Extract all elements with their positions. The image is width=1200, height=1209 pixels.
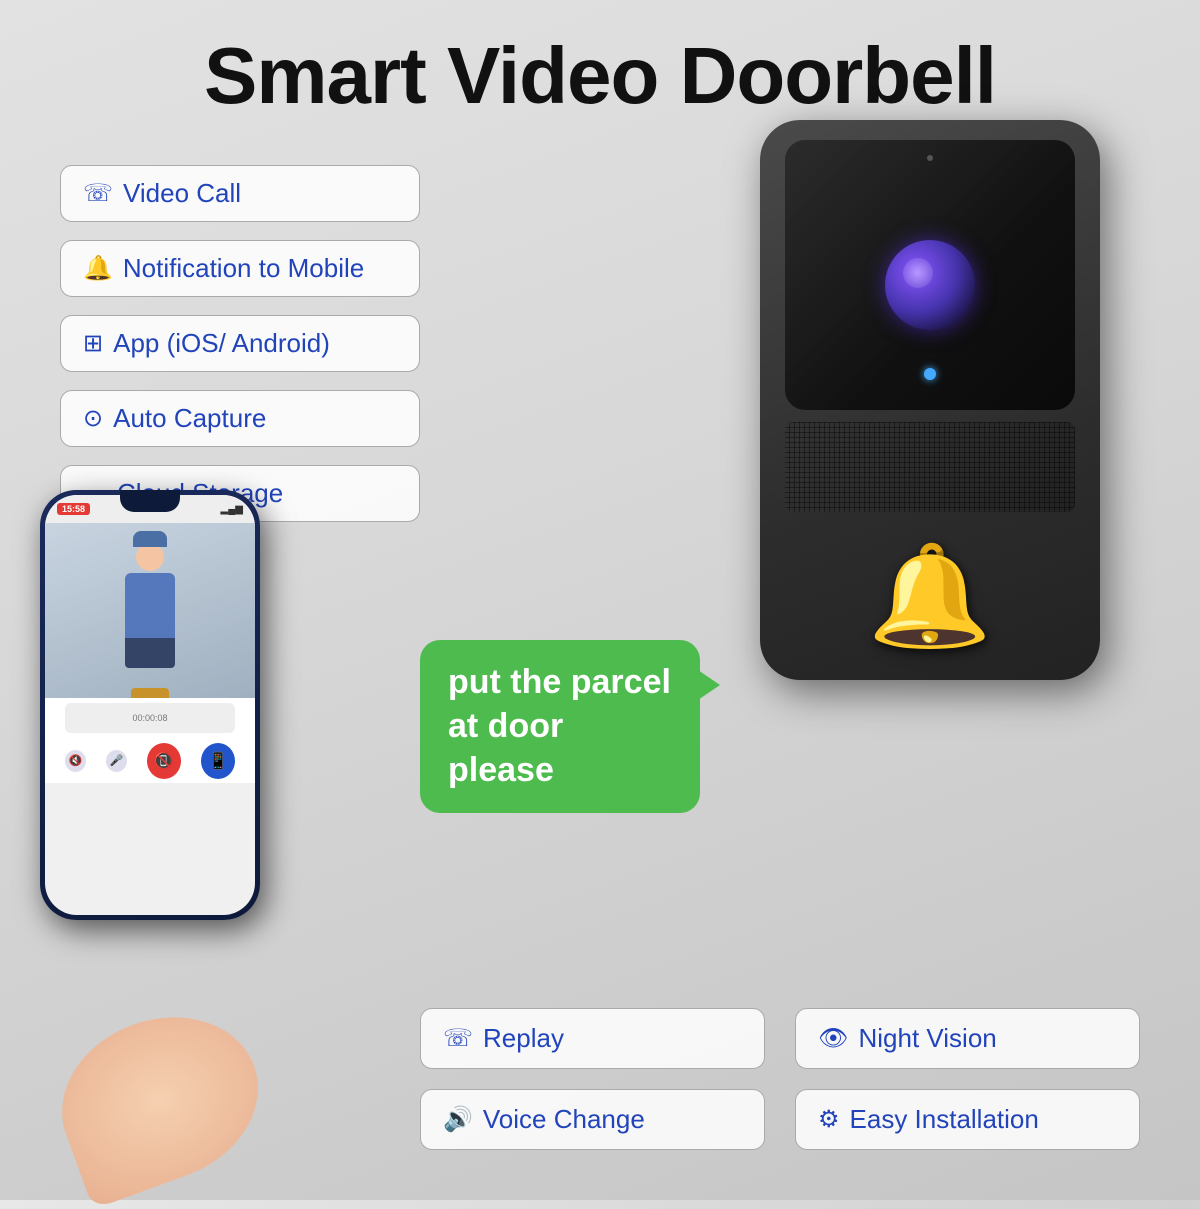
camera-dot: [927, 155, 933, 161]
phone-notch: [120, 490, 180, 512]
bell-icon: 🔔: [868, 538, 993, 655]
video-call-icon: ☏: [83, 179, 113, 208]
feature-auto-capture-label: Auto Capture: [113, 403, 266, 434]
feature-auto-capture: ⊙ Auto Capture: [60, 390, 420, 447]
doorbell-device: 🔔: [760, 120, 1100, 680]
camera-section: [785, 140, 1075, 410]
app-icon: ⊞: [83, 329, 103, 358]
feature-app: ⊞ App (iOS/ Android): [60, 315, 420, 372]
feature-voice-change: 🔊 Voice Change: [420, 1089, 765, 1150]
feature-replay: ☏ Replay: [420, 1008, 765, 1069]
speaker-grid: [785, 422, 1075, 512]
phone-controls: 00:00:08 🔇 🎤 📵 📱: [45, 698, 255, 783]
camera-lens: [885, 240, 975, 330]
replay-icon: ☏: [443, 1024, 473, 1053]
feature-app-label: App (iOS/ Android): [113, 328, 330, 359]
phone-mockup: 15:58 ▂▄▆ 00:00:08 🔇 🎤: [40, 490, 260, 920]
feature-replay-label: Replay: [483, 1023, 564, 1054]
features-left-section: ☏ Video Call 🔔 Notification to Mobile ⊞ …: [60, 165, 420, 522]
feature-voice-change-label: Voice Change: [483, 1104, 645, 1135]
phone-time: 15:58: [57, 503, 90, 515]
notification-icon: 🔔: [83, 254, 113, 283]
phone-hangup-button[interactable]: 📵: [147, 743, 181, 779]
person-legs: [125, 638, 175, 668]
feature-video-call: ☏ Video Call: [60, 165, 420, 222]
page-title: Smart Video Doorbell: [0, 30, 1200, 122]
voice-change-icon: 🔊: [443, 1105, 473, 1134]
auto-capture-icon: ⊙: [83, 404, 103, 433]
phone-volume-icon[interactable]: 🎤: [106, 750, 127, 772]
speaker-section: [785, 422, 1075, 512]
speech-line1: put the parcel: [448, 663, 671, 701]
person-head: [136, 543, 164, 571]
delivery-person: [110, 543, 190, 698]
feature-night-vision-label: Night Vision: [858, 1023, 996, 1054]
features-bottom-section: ☏ Replay 👁 Night Vision 🔊 Voice Change ⚙…: [420, 1008, 1140, 1150]
feature-night-vision: 👁 Night Vision: [795, 1008, 1140, 1069]
feature-video-call-label: Video Call: [123, 178, 241, 209]
easy-installation-icon: ⚙: [818, 1105, 840, 1134]
phone-mute-icon[interactable]: 🔇: [65, 750, 86, 772]
night-vision-icon: 👁: [818, 1024, 848, 1053]
feature-easy-installation-label: Easy Installation: [850, 1104, 1039, 1135]
person-box: [131, 688, 169, 698]
feature-notification-label: Notification to Mobile: [123, 253, 364, 284]
speech-line2: at door please: [448, 707, 563, 789]
camera-led: [924, 368, 936, 380]
bell-section: 🔔: [785, 512, 1075, 680]
speech-bubble: put the parcel at door please: [420, 640, 700, 813]
doorbell-body: 🔔: [760, 120, 1100, 680]
phone-body: 15:58 ▂▄▆ 00:00:08 🔇 🎤: [40, 490, 260, 920]
person-body: [125, 573, 175, 638]
phone-signal: ▂▄▆: [221, 504, 243, 515]
feature-notification: 🔔 Notification to Mobile: [60, 240, 420, 297]
phone-video-area: [45, 523, 255, 698]
phone-screen: 15:58 ▂▄▆ 00:00:08 🔇 🎤: [45, 495, 255, 915]
person-hat: [133, 531, 167, 547]
feature-easy-installation: ⚙ Easy Installation: [795, 1089, 1140, 1150]
phone-answer-button[interactable]: 📱: [201, 743, 235, 779]
